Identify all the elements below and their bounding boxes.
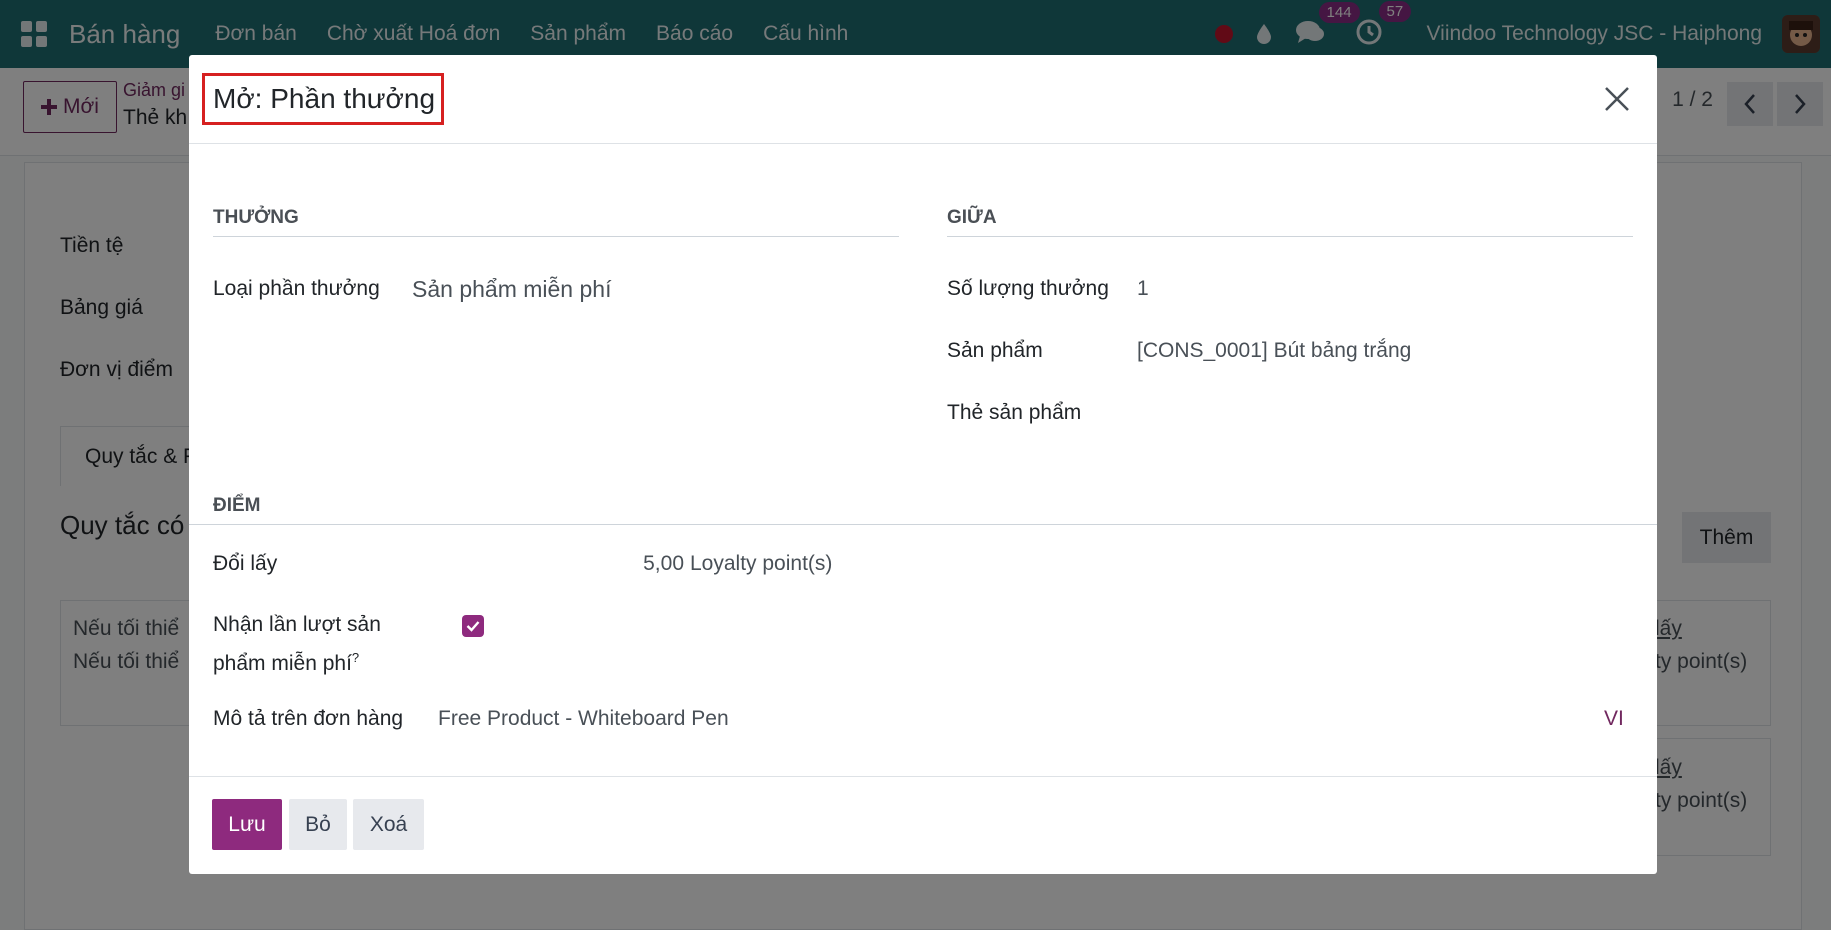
redeem-label: Đổi lấy bbox=[213, 552, 278, 575]
product-field[interactable]: [CONS_0001] Bút bảng trắng bbox=[1137, 334, 1411, 367]
among-section-divider bbox=[947, 236, 1633, 237]
points-section-divider bbox=[189, 524, 1657, 525]
order-description-label: Mô tả trên đơn hàng bbox=[213, 707, 404, 730]
discard-button[interactable]: Bỏ bbox=[289, 799, 347, 850]
product-tag-label: Thẻ sản phẩm bbox=[947, 401, 1082, 424]
dialog-footer: Lưu Bỏ Xoá bbox=[189, 776, 1657, 874]
reward-quantity-field[interactable]: 1 bbox=[1137, 272, 1149, 305]
multi-free-product-checkbox[interactable] bbox=[462, 615, 484, 637]
reward-type-field[interactable]: Sản phẩm miễn phí bbox=[412, 273, 611, 306]
delete-button[interactable]: Xoá bbox=[353, 799, 424, 850]
reward-section-title: THƯỞNG bbox=[213, 207, 299, 228]
check-icon bbox=[466, 621, 480, 632]
reward-section-divider bbox=[213, 236, 899, 237]
redeem-points-unit: Loyalty point(s) bbox=[690, 552, 833, 575]
save-button[interactable]: Lưu bbox=[212, 799, 282, 850]
among-section-title: GIỮA bbox=[947, 207, 997, 228]
product-label: Sản phẩm bbox=[947, 339, 1043, 362]
order-description-field[interactable]: Free Product - Whiteboard Pen bbox=[438, 702, 1568, 735]
close-icon[interactable] bbox=[1599, 81, 1635, 117]
multi-free-label-line1: Nhận lần lượt sản bbox=[213, 613, 381, 636]
redeem-points-field[interactable]: 5,00 bbox=[584, 547, 684, 580]
product-tag-field[interactable] bbox=[1137, 396, 1617, 429]
help-tooltip-icon[interactable]: ? bbox=[352, 650, 359, 665]
reward-quantity-label: Số lượng thưởng bbox=[947, 277, 1109, 300]
multi-free-label-line2: phẩm miễn phí bbox=[213, 652, 352, 675]
points-section-title: ĐIỂM bbox=[213, 495, 261, 516]
multi-free-product-label: Nhận lần lượt sản phẩm miễn phí? bbox=[213, 608, 381, 680]
reward-type-label: Loại phần thưởng bbox=[213, 277, 380, 300]
dialog-header: Mở: Phần thưởng bbox=[189, 55, 1657, 144]
language-button[interactable]: VI bbox=[1604, 702, 1624, 735]
dialog-title: Mở: Phần thưởng bbox=[202, 73, 445, 125]
reward-dialog: Mở: Phần thưởng THƯỞNG Loại phần thưởng … bbox=[189, 55, 1657, 874]
